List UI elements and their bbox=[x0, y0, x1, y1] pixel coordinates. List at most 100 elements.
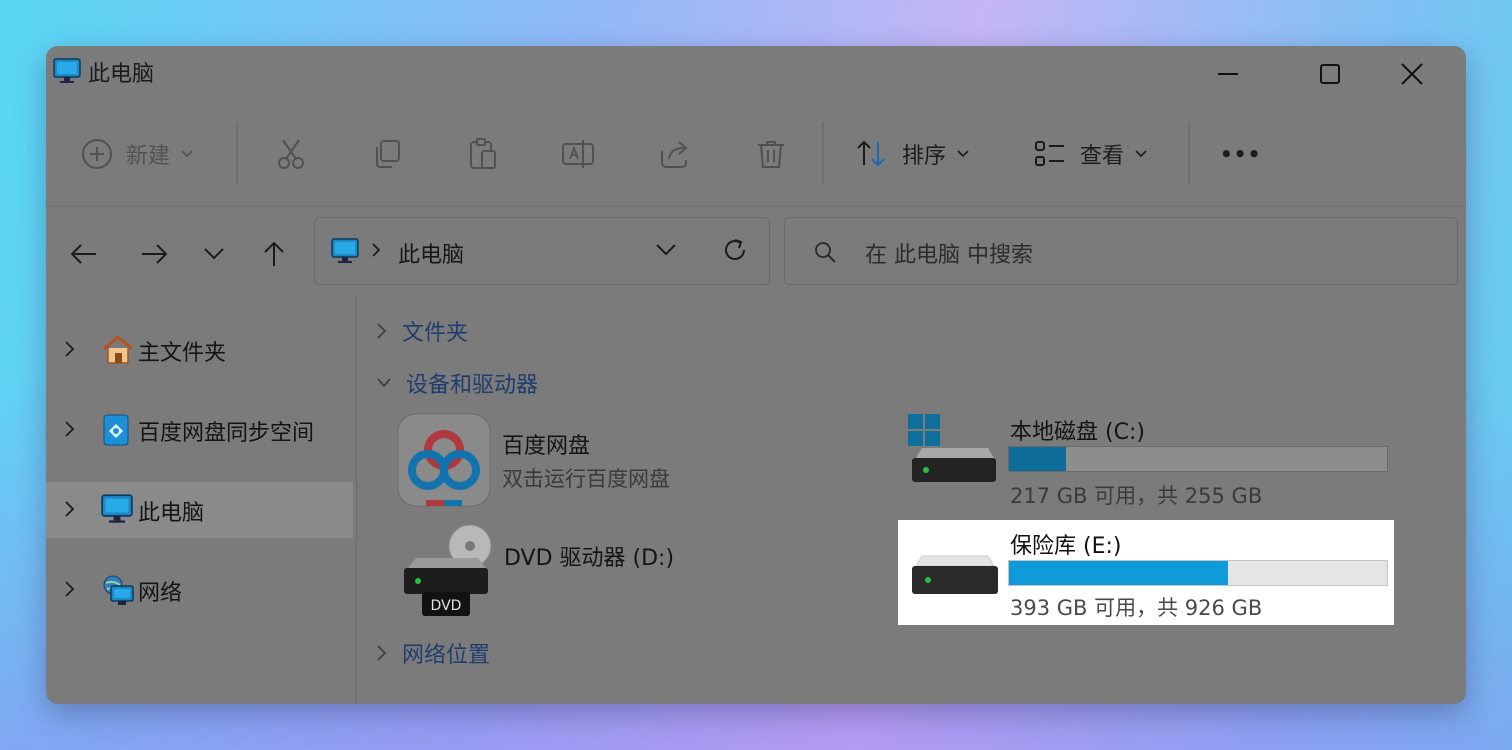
windows-drive-icon bbox=[908, 414, 998, 490]
drive-usage: 393 GB 可用，共 926 GB bbox=[1010, 596, 1263, 620]
paste-icon bbox=[470, 138, 496, 169]
chevron-down-icon bbox=[1135, 150, 1147, 158]
cut-button[interactable] bbox=[274, 126, 308, 182]
toolbar-separator bbox=[1188, 122, 1190, 184]
sort-icon bbox=[857, 140, 885, 167]
delete-icon bbox=[758, 141, 784, 168]
chevron-right-icon[interactable] bbox=[64, 340, 76, 362]
chevron-right-icon[interactable] bbox=[64, 420, 76, 442]
window-title: 此电脑 bbox=[88, 62, 155, 87]
toolbar-divider bbox=[46, 206, 1466, 207]
navigation-pane: 主文件夹 百度网盘同步空间 此电脑 网络 bbox=[46, 296, 356, 704]
sidebar-item-home[interactable]: 主文件夹 bbox=[46, 322, 353, 378]
home-icon bbox=[101, 334, 135, 370]
group-header-devices[interactable]: 设备和驱动器 bbox=[376, 366, 538, 400]
pc-icon bbox=[101, 494, 133, 528]
group-header-label: 设备和驱动器 bbox=[406, 373, 539, 398]
view-label: 查看 bbox=[1080, 144, 1125, 169]
sort-button[interactable]: 排序 bbox=[854, 126, 970, 182]
maximize-icon bbox=[1320, 64, 1340, 84]
rename-button[interactable] bbox=[560, 126, 596, 182]
dvd-badge: DVD bbox=[431, 598, 462, 614]
back-icon bbox=[70, 244, 96, 264]
title-bar: 此电脑 bbox=[46, 46, 1466, 96]
new-label: 新建 bbox=[126, 144, 171, 169]
copy-button[interactable] bbox=[370, 126, 404, 182]
drive-tile-e[interactable]: 保险库 (E:) 393 GB 可用，共 926 GB bbox=[898, 520, 1394, 625]
refresh-button[interactable] bbox=[721, 236, 749, 268]
more-button[interactable]: ••• bbox=[1220, 126, 1261, 182]
rename-icon bbox=[562, 140, 594, 168]
address-dropdown-button[interactable] bbox=[655, 242, 677, 261]
chevron-right-icon bbox=[371, 242, 381, 262]
explorer-window: 此电脑 新建 排序 查看 ••• 此电脑 在 此电脑 中搜索 主文件夹 百度网盘… bbox=[46, 46, 1466, 704]
delete-button[interactable] bbox=[754, 126, 788, 182]
forward-icon bbox=[142, 244, 168, 264]
minimize-icon bbox=[1218, 73, 1238, 75]
sidebar-item-label: 网络 bbox=[138, 581, 183, 606]
sidebar-item-label: 百度网盘同步空间 bbox=[138, 421, 315, 446]
forward-button[interactable] bbox=[134, 234, 174, 274]
drive-title: 保险库 (E:) bbox=[1010, 534, 1122, 559]
chevron-right-icon bbox=[377, 645, 387, 661]
minimize-button[interactable] bbox=[1188, 52, 1268, 96]
address-path: 此电脑 bbox=[398, 243, 465, 268]
capacity-bar bbox=[1008, 446, 1388, 472]
refresh-icon bbox=[725, 239, 745, 260]
paste-button[interactable] bbox=[466, 126, 500, 182]
sidebar-item-baidu-sync[interactable]: 百度网盘同步空间 bbox=[46, 402, 353, 458]
up-icon bbox=[264, 241, 284, 266]
recent-locations-button[interactable] bbox=[194, 234, 234, 274]
view-icon bbox=[1035, 141, 1064, 166]
close-button[interactable] bbox=[1372, 52, 1452, 96]
chevron-down-icon bbox=[656, 244, 676, 256]
group-header-folders[interactable]: 文件夹 bbox=[376, 314, 468, 348]
group-header-label: 文件夹 bbox=[402, 321, 469, 346]
more-icon: ••• bbox=[1220, 142, 1262, 166]
group-header-network-locations[interactable]: 网络位置 bbox=[376, 636, 490, 670]
dvd-drive-icon: DVD bbox=[402, 524, 492, 622]
cut-icon bbox=[278, 139, 304, 169]
drive-title: 百度网盘 bbox=[502, 434, 591, 459]
share-button[interactable] bbox=[658, 126, 692, 182]
network-icon bbox=[101, 574, 135, 610]
address-bar[interactable]: 此电脑 bbox=[314, 217, 770, 285]
group-header-label: 网络位置 bbox=[402, 643, 491, 668]
baidu-sync-icon bbox=[101, 414, 131, 450]
sidebar-item-network[interactable]: 网络 bbox=[46, 562, 353, 618]
pc-icon bbox=[331, 238, 359, 268]
share-icon bbox=[661, 141, 688, 168]
search-icon bbox=[813, 240, 837, 268]
new-button[interactable]: 新建 bbox=[80, 126, 194, 182]
capacity-bar-fill bbox=[1009, 561, 1229, 585]
baidu-app-icon bbox=[396, 412, 492, 512]
maximize-button[interactable] bbox=[1290, 52, 1370, 96]
chevron-down-icon bbox=[181, 150, 193, 158]
chevron-right-icon[interactable] bbox=[64, 500, 76, 522]
drive-icon bbox=[910, 550, 1000, 604]
up-button[interactable] bbox=[254, 234, 294, 274]
sidebar-item-label: 此电脑 bbox=[138, 501, 205, 526]
drive-subtitle: 双击运行百度网盘 bbox=[502, 467, 670, 491]
pane-divider bbox=[356, 296, 357, 704]
back-button[interactable] bbox=[64, 234, 104, 274]
chevron-down-icon bbox=[204, 248, 224, 260]
copy-icon bbox=[376, 140, 400, 168]
close-icon bbox=[1401, 63, 1423, 85]
sidebar-item-label: 主文件夹 bbox=[138, 341, 227, 366]
drive-usage: 217 GB 可用，共 255 GB bbox=[1010, 484, 1263, 508]
search-placeholder: 在 此电脑 中搜索 bbox=[865, 243, 1033, 268]
capacity-bar-fill bbox=[1009, 447, 1066, 471]
drive-title: 本地磁盘 (C:) bbox=[1010, 420, 1145, 445]
chevron-right-icon bbox=[377, 323, 387, 339]
chevron-right-icon[interactable] bbox=[64, 580, 76, 602]
plus-circle-icon bbox=[82, 139, 112, 169]
toolbar-separator bbox=[236, 122, 238, 184]
sidebar-item-this-pc[interactable]: 此电脑 bbox=[46, 482, 353, 538]
search-box[interactable]: 在 此电脑 中搜索 bbox=[784, 217, 1458, 285]
chevron-down-icon bbox=[957, 150, 969, 158]
pc-icon bbox=[53, 58, 81, 88]
sort-label: 排序 bbox=[902, 144, 947, 169]
view-button[interactable]: 查看 bbox=[1032, 126, 1148, 182]
toolbar-separator bbox=[822, 122, 824, 184]
